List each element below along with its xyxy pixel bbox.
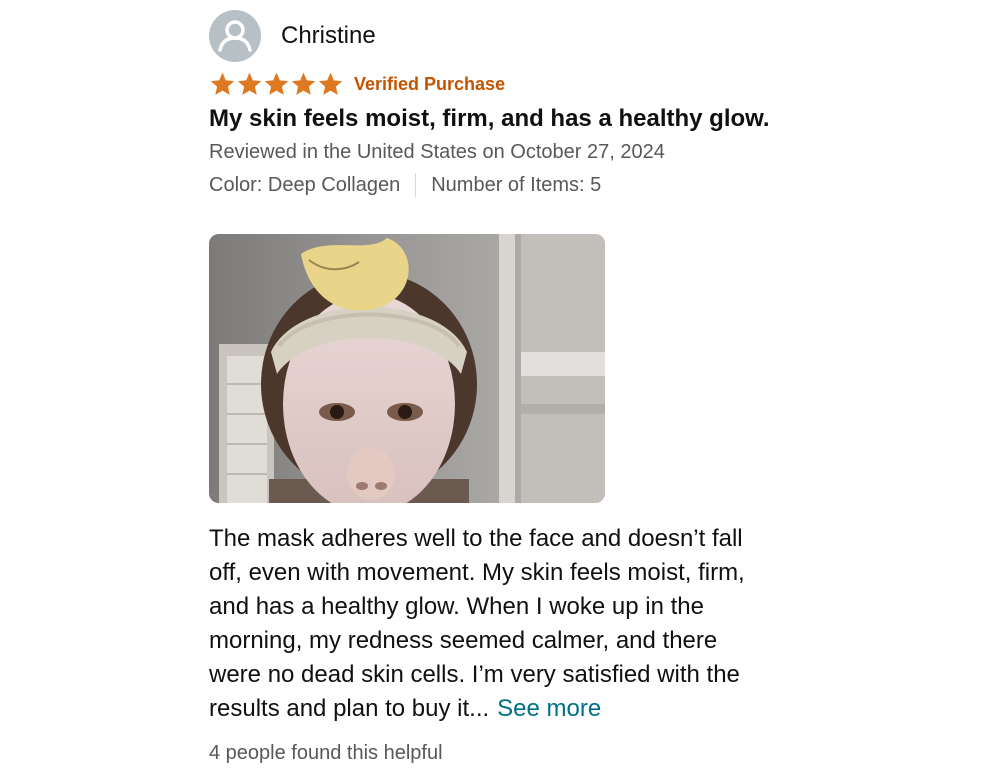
review-body-line: morning, my redness seemed calmer, and t… (209, 627, 718, 654)
variant-divider (415, 173, 417, 197)
star-icon (291, 72, 316, 95)
star-rating[interactable] (209, 71, 344, 97)
review-body-line: were no dead skin cells. I’m very satisf… (209, 661, 740, 688)
review-photo[interactable] (209, 234, 605, 503)
review-body-last-line: results and plan to buy it... See more (209, 692, 809, 726)
review-body-line: off, even with movement. My skin feels m… (209, 559, 745, 586)
review-body-line: and has a healthy glow. When I woke up i… (209, 593, 704, 620)
review-body-line: The mask adheres well to the face and do… (209, 525, 743, 552)
product-variant: Color: Deep Collagen Number of Items: 5 (209, 173, 809, 197)
review-header: Christine Verified Purchase My skin feel… (209, 10, 809, 197)
star-icon (237, 72, 262, 95)
review-date: Reviewed in the United States on October… (209, 141, 665, 163)
see-more-link[interactable]: See more (497, 695, 601, 722)
user-silhouette-icon (218, 20, 252, 52)
verified-purchase-badge[interactable]: Verified Purchase (354, 74, 505, 95)
helpful-count: 4 people found this helpful (209, 742, 443, 764)
star-icon (264, 72, 289, 95)
color-variant[interactable]: Color: Deep Collagen (209, 174, 400, 197)
review-photo-image (209, 234, 605, 503)
reviewer-name[interactable]: Christine (281, 22, 376, 50)
reviewer-profile[interactable]: Christine (209, 10, 809, 62)
item-count: Number of Items: 5 (431, 173, 602, 196)
rating-row: Verified Purchase (209, 69, 809, 99)
star-icon (318, 72, 343, 95)
review-body: The mask adheres well to the face and do… (209, 522, 809, 726)
review-body-line: results and plan to buy it... (209, 695, 490, 722)
star-icon (210, 72, 235, 95)
avatar[interactable] (209, 10, 261, 62)
review-title: My skin feels moist, firm, and has a hea… (209, 105, 770, 132)
